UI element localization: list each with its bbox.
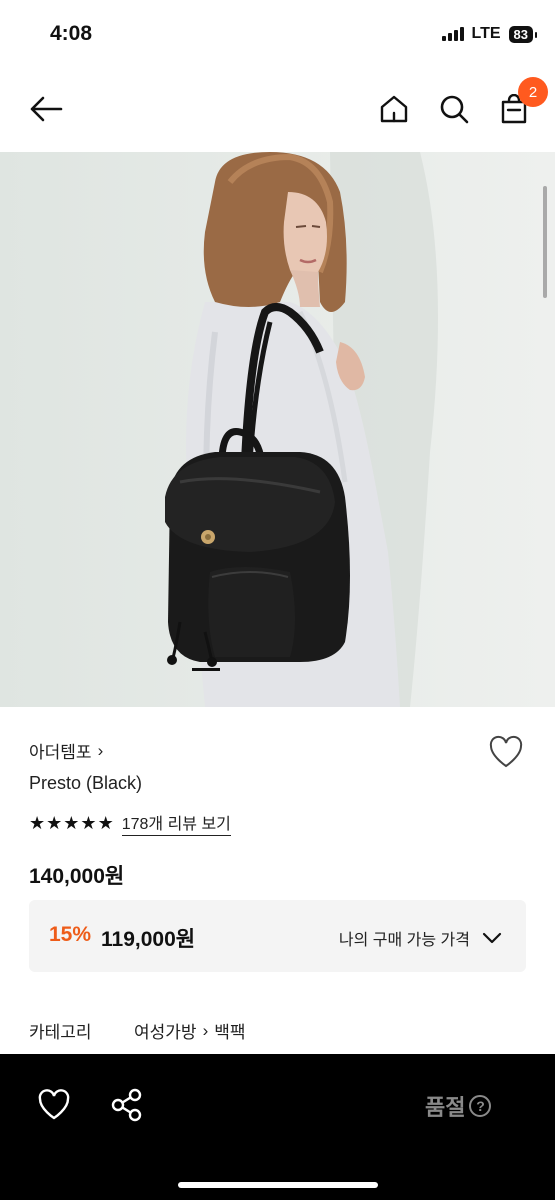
discount-rate: 15% (49, 923, 92, 946)
review-link[interactable]: 178개 리뷰 보기 (121, 810, 231, 836)
category-women-bags[interactable]: 여성가방 (134, 1018, 197, 1043)
wishlist-bottom-button[interactable] (36, 1087, 72, 1123)
chevron-right-icon: › (97, 740, 104, 760)
category-row: 카테고리 여성가방 › 백팩 (29, 1018, 246, 1043)
signal-icon (441, 27, 464, 41)
status-time: 4:08 (50, 22, 93, 45)
home-icon (380, 95, 408, 123)
top-nav-bar: 2 (0, 70, 555, 152)
back-button[interactable] (26, 89, 66, 129)
star-icon: ★ (46, 813, 63, 833)
scrollbar[interactable] (543, 186, 547, 298)
chevron-right-icon: › (202, 1020, 209, 1040)
category-breadcrumb: 여성가방 › 백팩 (134, 1018, 246, 1043)
brand-link[interactable]: 아더템포 › (29, 738, 103, 763)
product-name: Presto (Black) (29, 773, 143, 793)
product-photo (165, 152, 438, 707)
status-bar: 4:08 LTE 83 (0, 0, 555, 70)
arrow-left-icon (30, 96, 63, 122)
battery-icon: 83 (508, 25, 538, 43)
original-price: 140,000원 (29, 865, 125, 888)
soldout-label: 품절 (425, 1095, 466, 1120)
search-icon (440, 95, 469, 124)
heart-icon (38, 1089, 70, 1120)
discount-box: 15% 119,000원 나의 구매 가능 가격 (29, 900, 526, 972)
share-button[interactable] (109, 1087, 145, 1123)
buyable-price-label: 나의 구매 가능 가격 (338, 932, 470, 949)
cart-button[interactable]: 2 (494, 77, 548, 129)
chevron-down-icon (482, 932, 502, 944)
heart-icon (489, 735, 523, 768)
bottom-action-bar: 품절 ? (0, 1054, 555, 1200)
help-icon[interactable]: ? (469, 1095, 492, 1117)
search-button[interactable] (434, 89, 474, 129)
share-icon (111, 1088, 142, 1122)
home-indicator (178, 1182, 378, 1188)
star-icon: ★ (63, 813, 80, 833)
star-icon: ★ (29, 813, 46, 833)
star-icon: ★ (97, 813, 114, 833)
wishlist-button[interactable] (488, 735, 524, 769)
network-type: LTE (471, 25, 501, 42)
status-indicators: LTE 83 (441, 25, 538, 43)
category-label: 카테고리 (29, 1023, 92, 1042)
soldout-status: 품절 ? (425, 1090, 492, 1122)
rating-row: ★ ★ ★ ★ ★ 178개 리뷰 보기 (29, 810, 231, 836)
buyable-price-dropdown[interactable]: 나의 구매 가능 가격 (339, 926, 502, 950)
product-image[interactable] (0, 152, 555, 707)
discount-price: 119,000원 (101, 928, 196, 951)
brand-name: 아더템포 (29, 743, 92, 762)
star-icon: ★ (80, 813, 97, 833)
cart-count-badge: 2 (518, 77, 548, 107)
category-backpack[interactable]: 백팩 (214, 1018, 245, 1043)
star-rating: ★ ★ ★ ★ ★ (29, 814, 114, 832)
home-button[interactable] (374, 89, 414, 129)
